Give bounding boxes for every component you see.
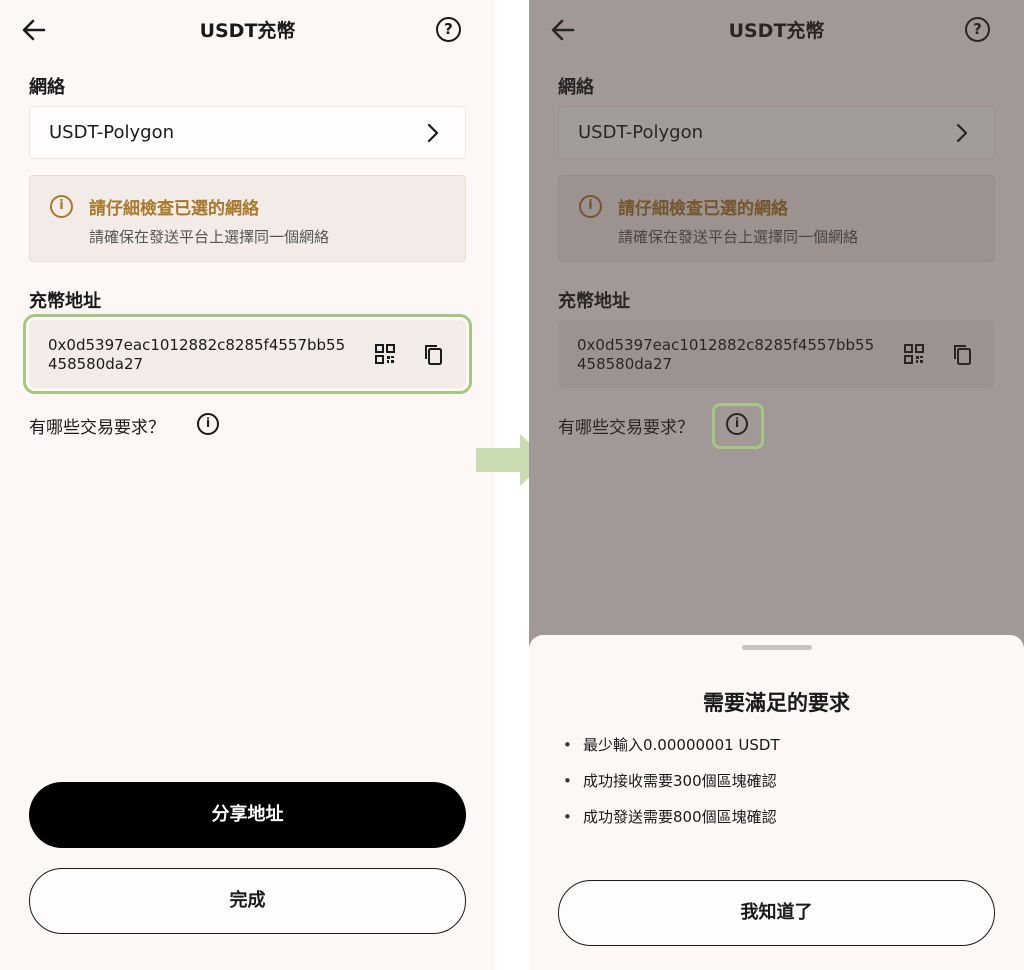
deposit-screen-right: USDT充幣 ? 網絡 USDT-Polygon i 請仔細檢查已選的網絡 請確… [529, 0, 1024, 970]
list-item: 成功接收需要300個區塊確認 [559, 769, 780, 805]
page-title: USDT充幣 [199, 20, 296, 42]
got-it-button[interactable]: 我知道了 [558, 880, 995, 946]
requirements-link[interactable]: 有哪些交易要求？ [29, 413, 165, 438]
info-icon[interactable]: i [197, 413, 219, 435]
done-button[interactable]: 完成 [29, 868, 466, 934]
warning-subtitle: 請確保在發送平台上選擇同一個網絡 [89, 228, 330, 246]
info-icon-highlight [712, 403, 764, 449]
address-label: 充幣地址 [29, 291, 101, 312]
network-select[interactable]: USDT-Polygon [29, 106, 466, 159]
requirements-bottom-sheet: 需要滿足的要求 最少輸入0.00000001 USDT 成功接收需要300個區塊… [529, 635, 1024, 970]
help-icon[interactable]: ? [436, 17, 461, 42]
network-value: USDT-Polygon [49, 122, 175, 143]
chevron-right-icon [427, 123, 439, 143]
network-warning: i 請仔細檢查已選的網絡 請確保在發送平台上選擇同一個網絡 [29, 175, 466, 262]
network-label: 網絡 [29, 77, 65, 98]
warning-title: 請仔細檢查已選的網絡 [89, 199, 259, 219]
share-address-button[interactable]: 分享地址 [29, 782, 466, 848]
sheet-drag-handle[interactable] [742, 645, 812, 650]
deposit-screen-left: USDT充幣 ? 網絡 USDT-Polygon i 請仔細檢查已選的網絡 請確… [0, 0, 495, 970]
list-item: 成功發送需要800個區塊確認 [559, 805, 780, 841]
address-highlight [23, 314, 472, 394]
requirements-list: 最少輸入0.00000001 USDT 成功接收需要300個區塊確認 成功發送需… [559, 733, 780, 841]
info-icon: i [50, 195, 73, 218]
header: USDT充幣 ? [0, 0, 495, 60]
sheet-title: 需要滿足的要求 [703, 691, 850, 715]
list-item: 最少輸入0.00000001 USDT [559, 733, 780, 769]
